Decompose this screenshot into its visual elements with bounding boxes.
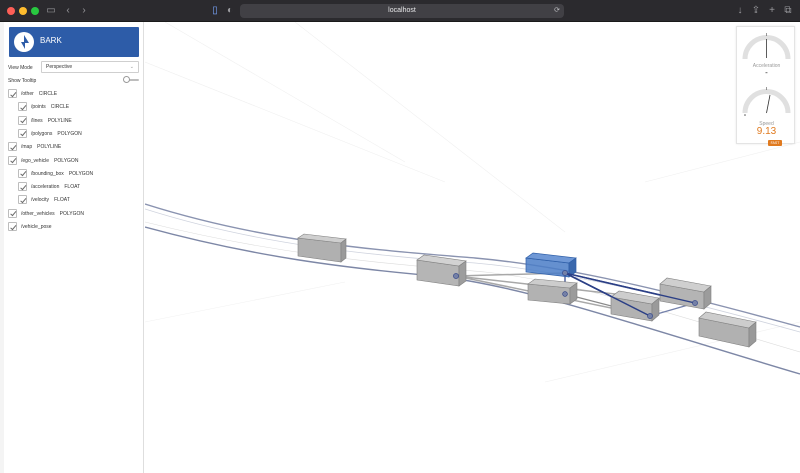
address-text: localhost xyxy=(388,7,416,14)
link-node xyxy=(692,300,698,306)
sidebar-toggle-icon[interactable]: ▭ xyxy=(46,4,56,18)
layer-name: /other_vehicles xyxy=(21,210,55,217)
layer-type: POLYGON xyxy=(57,130,82,137)
view-mode-label: View Mode xyxy=(8,65,33,71)
share-icon[interactable]: ⇪ xyxy=(751,4,761,18)
layer-label: /lines POLYLINE xyxy=(31,118,72,124)
page-icon[interactable]: ▯ xyxy=(210,4,220,18)
layer-type: FLOAT xyxy=(54,197,70,204)
layer-name: /acceleration xyxy=(31,184,60,191)
layer-checkbox[interactable] xyxy=(18,128,27,138)
other-vehicle-box xyxy=(416,254,467,287)
layer-item[interactable]: /bounding_box POLYGON xyxy=(18,168,138,179)
layer-label: /points CIRCLE xyxy=(31,104,69,110)
layer-label: /vehicle_pose xyxy=(21,224,57,230)
layer-label: /acceleration FLOAT xyxy=(31,184,80,190)
other-vehicle-box xyxy=(698,311,757,348)
download-icon[interactable]: ↓ xyxy=(735,4,745,18)
other-vehicle-box xyxy=(297,233,347,263)
forward-icon[interactable]: › xyxy=(80,4,88,18)
acceleration-value: - xyxy=(765,68,768,77)
address-bar[interactable]: localhost ⟳ xyxy=(240,4,564,18)
layer-checkbox[interactable] xyxy=(18,102,27,112)
layer-checkbox[interactable] xyxy=(18,115,27,125)
layer-checkbox[interactable] xyxy=(8,208,17,218)
tooltip-toggle[interactable] xyxy=(123,76,139,83)
tab-overview-icon[interactable]: ⧉ xyxy=(783,4,793,18)
bark-logo-icon xyxy=(14,32,34,52)
layer-checkbox[interactable] xyxy=(18,168,27,178)
layer-checkbox[interactable] xyxy=(18,182,27,192)
other-vehicle-box xyxy=(527,278,578,305)
layer-item[interactable]: /lines POLYLINE xyxy=(18,115,138,126)
brand-header: BARK xyxy=(9,27,139,57)
layer-item[interactable]: /points CIRCLE xyxy=(18,101,138,112)
other-vehicle-box xyxy=(659,277,712,310)
chevron-down-icon: ⌄ xyxy=(129,64,134,70)
layer-checkbox[interactable] xyxy=(18,195,27,205)
speed-needle xyxy=(766,94,771,114)
translate-reload-icon[interactable]: ⟳ xyxy=(554,4,560,18)
layer-type: CIRCLE xyxy=(50,104,70,111)
layer-checkbox[interactable] xyxy=(8,89,17,98)
layer-name: /vehicle_pose xyxy=(21,224,52,230)
layer-type: FLOAT xyxy=(64,184,81,191)
layer-checkbox[interactable] xyxy=(8,142,17,152)
layer-label: /map POLYLINE xyxy=(21,144,61,150)
gauge-dials xyxy=(742,33,791,116)
brand-name: BARK xyxy=(40,36,62,45)
layer-checkbox[interactable] xyxy=(8,155,17,165)
layer-label: /bounding_box POLYGON xyxy=(31,171,93,177)
speed-value: 9.13 xyxy=(756,126,777,137)
layer-label: /other CIRCLE xyxy=(21,91,57,97)
layer-sidebar: BARK View Mode Perspective ⌄ Show Toolti… xyxy=(4,22,144,473)
layer-checkbox[interactable] xyxy=(8,222,17,231)
layer-name: /polygons xyxy=(31,130,53,137)
layer-name: /map xyxy=(21,144,33,151)
new-tab-icon[interactable]: + xyxy=(767,4,777,18)
privacy-icon[interactable]: ◐ xyxy=(225,4,235,18)
layer-type: POLYGON xyxy=(68,170,94,177)
back-icon[interactable]: ‹ xyxy=(64,4,72,18)
layer-type: POLYLINE xyxy=(47,117,72,124)
layer-name: /bounding_box xyxy=(31,170,64,177)
layer-type: POLYLINE xyxy=(37,144,62,151)
view-mode-select[interactable]: Perspective ⌄ xyxy=(41,61,139,73)
scene-viewport[interactable] xyxy=(145,22,800,473)
layer-name: /lines xyxy=(31,117,43,124)
link-node xyxy=(562,270,568,276)
link-node xyxy=(453,273,459,279)
browser-toolbar: ▭ ‹ › ▯ ◐ localhost ⟳ ↓ ⇪ + ⧉ xyxy=(0,0,800,22)
layer-name: /points xyxy=(31,104,46,111)
view-mode-value: Perspective xyxy=(46,64,73,70)
layer-item[interactable]: /velocity FLOAT xyxy=(18,194,138,205)
layer-label: /other_vehicles POLYGON xyxy=(21,211,84,217)
scene-canvas[interactable] xyxy=(145,22,800,473)
layer-name: /ego_vehicle xyxy=(21,157,50,164)
speed-badge: FAST xyxy=(768,140,782,146)
layer-item[interactable]: /other_vehicles POLYGON xyxy=(8,208,138,219)
tooltip-label: Show Tooltip xyxy=(8,78,37,84)
link-node xyxy=(562,291,568,297)
layer-label: /ego_vehicle POLYGON xyxy=(21,158,78,164)
minimize-window-button[interactable] xyxy=(19,7,27,15)
layer-type: CIRCLE xyxy=(38,91,58,97)
layer-label: /velocity FLOAT xyxy=(31,197,70,203)
close-window-button[interactable] xyxy=(7,7,15,15)
layer-type: POLYGON xyxy=(54,157,79,164)
layer-item[interactable]: /other CIRCLE xyxy=(8,88,138,99)
zoom-window-button[interactable] xyxy=(31,7,39,15)
gauges-panel: Acceleration - Speed 9.13 FAST xyxy=(736,26,795,146)
layer-item[interactable]: /acceleration FLOAT xyxy=(18,181,138,192)
lane-boundary-upper-inner xyxy=(145,208,800,333)
layer-name: /other xyxy=(21,91,34,97)
layer-item[interactable]: /map POLYLINE xyxy=(8,141,138,152)
layer-item[interactable]: /polygons POLYGON xyxy=(18,128,138,139)
layer-item[interactable]: /vehicle_pose xyxy=(8,221,138,232)
layer-type: POLYGON xyxy=(59,210,84,217)
layer-item[interactable]: /ego_vehicle POLYGON xyxy=(8,155,138,166)
layer-label: /polygons POLYGON xyxy=(31,131,82,137)
layer-name: /velocity xyxy=(31,197,50,204)
link-node xyxy=(647,313,653,319)
